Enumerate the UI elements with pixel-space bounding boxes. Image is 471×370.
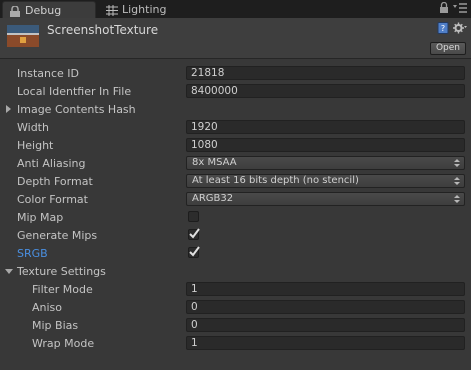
- window-controls: [435, 1, 467, 16]
- tab-label: Lighting: [122, 3, 167, 16]
- lock-icon: [9, 5, 21, 17]
- anti-aliasing-dropdown[interactable]: 8x MSAA: [186, 156, 465, 170]
- depth-format-dropdown[interactable]: At least 16 bits depth (no stencil): [186, 174, 465, 188]
- property-row-anti-aliasing: Anti Aliasing 8x MSAA: [0, 154, 471, 172]
- property-row-depth-format: Depth Format At least 16 bits depth (no …: [0, 172, 471, 190]
- lock-icon[interactable]: [439, 1, 449, 16]
- tab-label: Debug: [25, 4, 62, 17]
- property-label: Depth Format: [17, 175, 93, 188]
- texture-preview-thumbnail: [7, 25, 39, 47]
- property-label: Texture Settings: [17, 265, 106, 278]
- property-label: Height: [17, 139, 54, 152]
- property-label: Color Format: [17, 193, 88, 206]
- color-format-dropdown[interactable]: ARGB32: [186, 192, 465, 206]
- instance-id-field[interactable]: 21818: [186, 66, 465, 80]
- help-book-icon[interactable]: ?: [437, 22, 449, 37]
- dropdown-value: 8x MSAA: [192, 157, 237, 168]
- property-label: Image Contents Hash: [17, 103, 136, 116]
- property-row-width: Width 1920: [0, 118, 471, 136]
- property-label: Anti Aliasing: [17, 157, 86, 170]
- aniso-field[interactable]: 0: [186, 300, 465, 314]
- dropdown-value: ARGB32: [192, 193, 234, 204]
- height-field[interactable]: 1080: [186, 138, 465, 152]
- generate-mips-checkbox[interactable]: [188, 228, 200, 240]
- foldout-arrow-collapsed-icon[interactable]: [6, 105, 11, 113]
- dropdown-arrows-icon: [454, 177, 460, 185]
- mip-bias-field[interactable]: 0: [186, 318, 465, 332]
- foldout-image-contents-hash[interactable]: Image Contents Hash: [0, 100, 471, 118]
- mip-map-checkbox[interactable]: [188, 211, 199, 222]
- property-row-local-identifier: Local Identfier In File 8400000: [0, 82, 471, 100]
- property-label: Filter Mode: [32, 283, 93, 296]
- context-menu-icon[interactable]: [453, 2, 467, 16]
- property-row-srgb: SRGB: [0, 244, 471, 262]
- property-row-mip-map: Mip Map: [0, 208, 471, 226]
- local-identifier-field[interactable]: 8400000: [186, 84, 465, 98]
- tab-bar: Debug Lighting: [0, 0, 471, 18]
- property-label: Wrap Mode: [32, 337, 95, 350]
- tab-debug[interactable]: Debug: [2, 1, 96, 18]
- wrap-mode-field[interactable]: 1: [186, 336, 465, 350]
- property-label: Instance ID: [17, 67, 79, 80]
- inspector-header: ScreenshotTexture ? Open: [0, 18, 471, 59]
- filter-mode-field[interactable]: 1: [186, 282, 465, 296]
- property-row-color-format: Color Format ARGB32: [0, 190, 471, 208]
- property-row-wrap-mode: Wrap Mode 1: [0, 334, 471, 352]
- property-label: Width: [17, 121, 49, 134]
- property-label: Mip Bias: [32, 319, 79, 332]
- properties-panel: Instance ID 21818 Local Identfier In Fil…: [0, 64, 471, 352]
- open-button[interactable]: Open: [430, 42, 466, 55]
- dropdown-value: At least 16 bits depth (no stencil): [192, 175, 359, 186]
- property-label: Generate Mips: [17, 229, 98, 242]
- dropdown-arrows-icon: [454, 195, 460, 203]
- lighting-grid-icon: [106, 4, 118, 16]
- property-label: Local Identfier In File: [17, 85, 132, 98]
- property-row-height: Height 1080: [0, 136, 471, 154]
- property-label: Mip Map: [17, 211, 64, 224]
- foldout-texture-settings[interactable]: Texture Settings: [0, 262, 471, 280]
- svg-text:?: ?: [441, 24, 445, 33]
- checkmark-icon: [189, 228, 200, 239]
- property-row-instance-id: Instance ID 21818: [0, 64, 471, 82]
- checkmark-icon: [189, 246, 200, 257]
- tab-lighting[interactable]: Lighting: [100, 1, 190, 18]
- dropdown-arrows-icon: [454, 159, 460, 167]
- property-row-mip-bias: Mip Bias 0: [0, 316, 471, 334]
- property-label: Aniso: [32, 301, 63, 314]
- property-row-filter-mode: Filter Mode 1: [0, 280, 471, 298]
- width-field[interactable]: 1920: [186, 120, 465, 134]
- property-row-aniso: Aniso 0: [0, 298, 471, 316]
- foldout-arrow-expanded-icon[interactable]: [5, 269, 13, 274]
- srgb-checkbox[interactable]: [188, 246, 200, 258]
- gear-icon[interactable]: [453, 22, 467, 37]
- property-label: SRGB: [17, 247, 48, 260]
- asset-title: ScreenshotTexture: [47, 23, 159, 37]
- property-row-generate-mips: Generate Mips: [0, 226, 471, 244]
